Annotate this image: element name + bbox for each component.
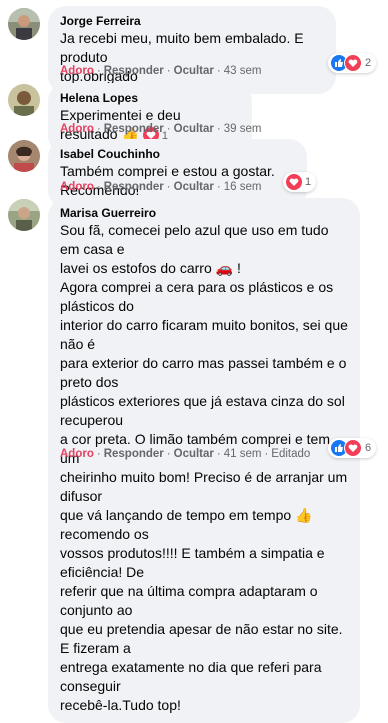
adoro-button[interactable]: Adoro (60, 123, 94, 135)
comment-text-line: Ja recebi meu, muito bem embalado. E pro… (60, 30, 304, 65)
comment-author[interactable]: Jorge Ferreira (60, 13, 324, 29)
reaction-summary[interactable]: 6 (328, 438, 377, 458)
comment-text-line: lavei os estofos do carro 🚗 ! (60, 260, 241, 276)
avatar[interactable] (8, 140, 40, 172)
avatar-photo-icon (8, 8, 40, 40)
avatar[interactable] (8, 199, 40, 231)
reply-button[interactable]: Responder (104, 448, 164, 460)
avatar[interactable] (8, 8, 40, 40)
avatar[interactable] (8, 84, 40, 116)
reply-button[interactable]: Responder (104, 181, 164, 193)
love-icon (344, 439, 362, 457)
avatar-photo-icon (8, 140, 40, 172)
comment-author[interactable]: Helena Lopes (60, 90, 240, 106)
reaction-summary[interactable]: 2 (328, 53, 377, 73)
reaction-summary[interactable]: 1 (283, 172, 317, 192)
timestamp[interactable]: 43 sem (224, 65, 262, 77)
hide-button[interactable]: Ocultar (174, 181, 214, 193)
comment-text-line: que vá lançando de tempo em tempo 👍 reco… (60, 507, 313, 542)
adoro-button[interactable]: Adoro (60, 448, 94, 460)
comment-text-line: Agora comprei a cera para os plásticos e… (60, 279, 334, 314)
comment-text-line: interior do carro ficaram muito bonitos,… (60, 317, 348, 352)
comment-author[interactable]: Marisa Guerreiro (60, 205, 348, 221)
comment-actions: Adoro · Responder · Ocultar · 43 sem (60, 65, 262, 77)
comment-text-line: recebê-la.Tudo top! (60, 697, 181, 713)
comment-actions: Adoro · Responder · Ocultar · 39 sem (60, 123, 262, 135)
adoro-button[interactable]: Adoro (60, 181, 94, 193)
comment-author[interactable]: Isabel Couchinho (60, 146, 295, 162)
timestamp[interactable]: 41 sem (224, 448, 262, 460)
avatar-photo-icon (8, 84, 40, 116)
reply-button[interactable]: Responder (104, 65, 164, 77)
timestamp[interactable]: 16 sem (224, 181, 262, 193)
comment-text-line: vossos produtos!!!! E também a simpatia … (60, 545, 325, 580)
avatar-photo-icon (8, 199, 40, 231)
hide-button[interactable]: Ocultar (174, 65, 214, 77)
comment-text-line: que eu pretendia apesar de não estar no … (60, 621, 343, 656)
hide-button[interactable]: Ocultar (174, 123, 214, 135)
reaction-count: 2 (365, 57, 372, 69)
comment-text-line: referir que na última compra adaptaram o… (60, 583, 318, 618)
adoro-button[interactable]: Adoro (60, 65, 94, 77)
reply-button[interactable]: Responder (104, 123, 164, 135)
comment-text-line: entrega exatamente no dia que referi par… (60, 659, 322, 694)
reaction-count: 1 (305, 176, 312, 188)
comment-text-line: cheirinho muito bom! Preciso é de arranj… (60, 469, 348, 504)
reaction-count: 6 (365, 442, 372, 454)
comment-actions: Adoro · Responder · Ocultar · 41 sem · Editado (60, 448, 311, 460)
comment-text-line: Sou fã, comecei pelo azul que uso em tud… (60, 222, 329, 257)
comment-actions: Adoro · Responder · Ocultar · 16 sem (60, 181, 262, 193)
timestamp[interactable]: 39 sem (224, 123, 262, 135)
comment-text-line: para exterior do carro mas passei também… (60, 355, 347, 390)
comment-text-line: plásticos exteriores que já estava cinza… (60, 393, 345, 428)
love-icon (344, 54, 362, 72)
hide-button[interactable]: Ocultar (174, 448, 214, 460)
edited-label[interactable]: Editado (271, 448, 310, 460)
comment-bubble: Jorge Ferreira Ja recebi meu, muito bem … (48, 6, 336, 94)
love-icon (286, 174, 302, 190)
